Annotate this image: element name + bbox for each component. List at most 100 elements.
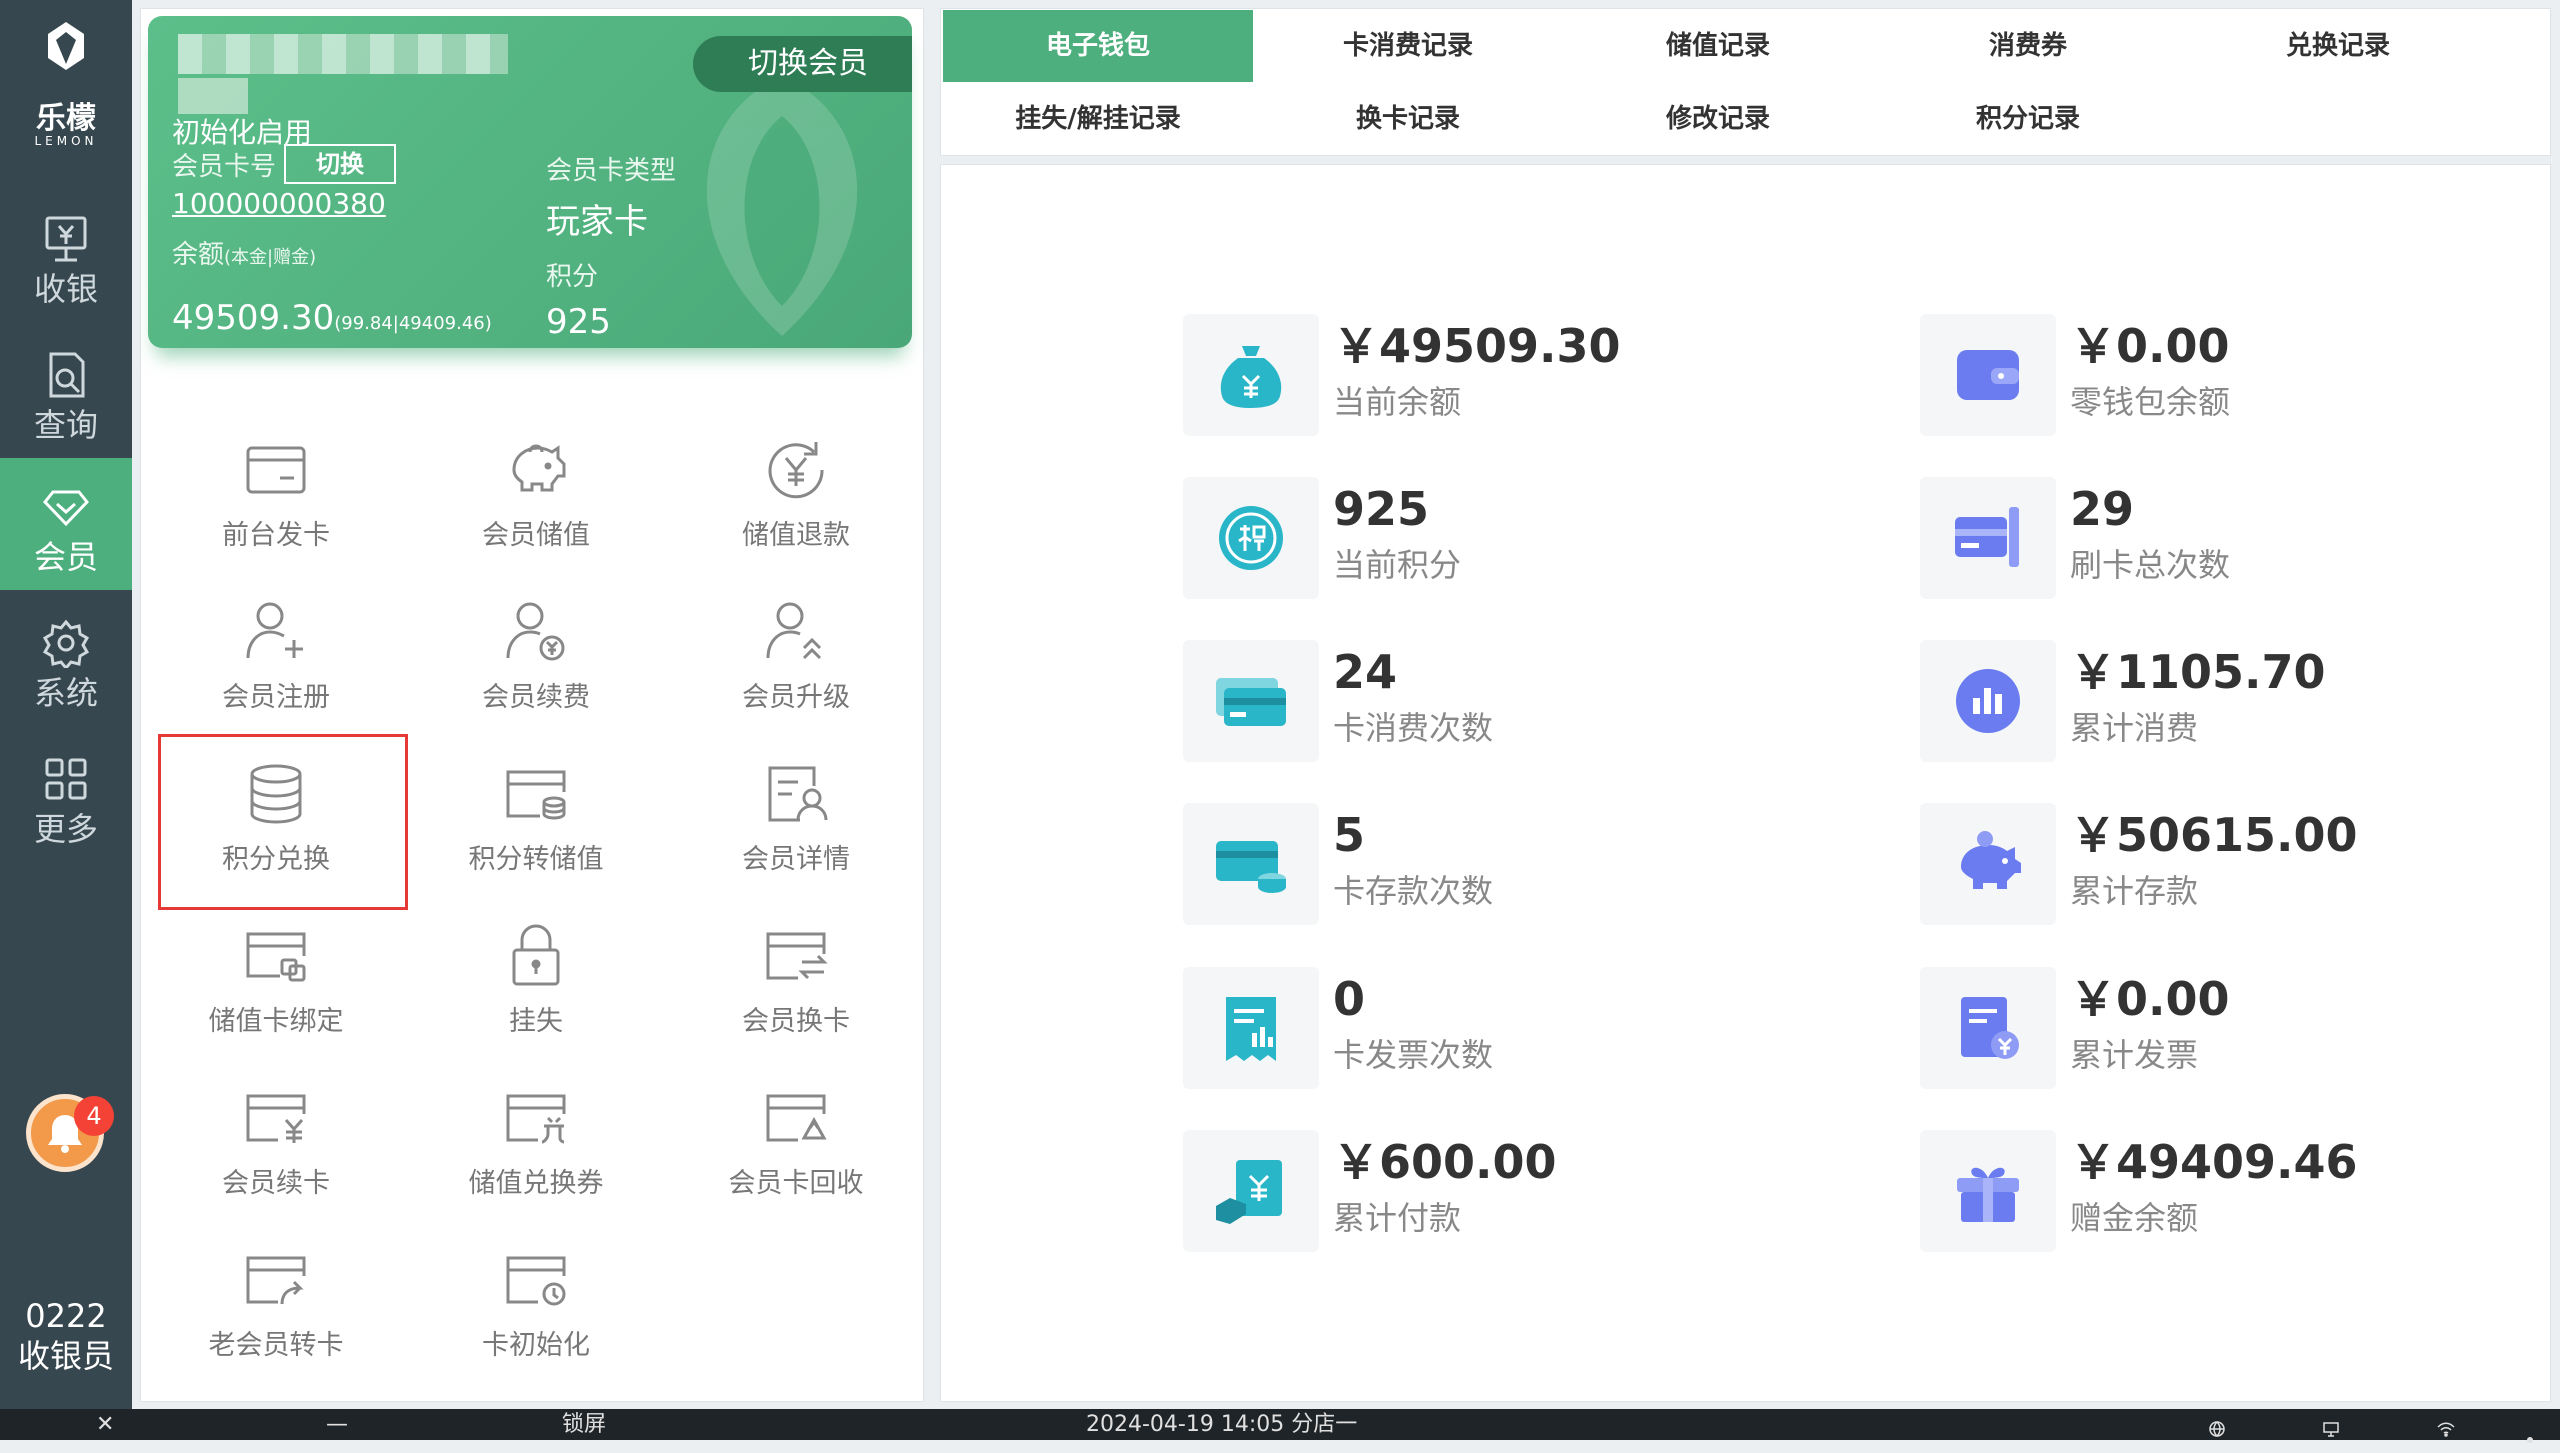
card-deposit-icon <box>1216 841 1286 893</box>
balance-split: (99.84|49409.46) <box>334 313 492 334</box>
fn-old-member-transfer-label: 老会员转卡 <box>208 1330 344 1361</box>
fn-points-to-deposit[interactable]: 积分转储值 <box>416 744 656 904</box>
stat-current-points: 925 当前积分 <box>1183 477 1823 603</box>
operator-id: 0222 <box>25 1297 107 1335</box>
nav-member[interactable]: 会员 <box>0 458 132 590</box>
tab-deposit-records[interactable]: 储值记录 <box>1563 10 1873 82</box>
stat-caption: 卡存款次数 <box>1333 872 1494 910</box>
stat-value: 29 <box>2070 482 2135 536</box>
piggy-bank-icon <box>512 444 566 492</box>
fn-member-register[interactable]: 会员注册 <box>156 582 396 742</box>
tab-points-records[interactable]: 积分记录 <box>1873 83 2183 155</box>
card-icon <box>246 446 306 494</box>
nav-member-label: 会员 <box>33 538 98 576</box>
stat-icon-box <box>1183 967 1319 1089</box>
stat-caption: 卡发票次数 <box>1333 1036 1494 1074</box>
stat-icon-box <box>1920 477 2056 599</box>
fn-report-loss[interactable]: 挂失 <box>416 906 656 1066</box>
system-taskbar: ✕ — 锁屏 2024-04-19 14:05 分店一 <box>0 1409 2560 1443</box>
fn-member-detail-label: 会员详情 <box>742 844 850 875</box>
nav-system[interactable]: 系统 <box>0 594 132 726</box>
card-type-value: 玩家卡 <box>546 202 648 242</box>
fn-card-recycle[interactable]: 会员卡回收 <box>676 1068 916 1228</box>
fn-card-bind[interactable]: 储值卡绑定 <box>156 906 396 1066</box>
card-swap-icon <box>766 932 828 980</box>
cashier-icon <box>45 216 87 262</box>
wallet-icon <box>1957 350 2019 400</box>
brand-name: 乐檬 <box>36 101 96 136</box>
balance-label: 余额 <box>172 240 225 270</box>
stat-caption: 累计存款 <box>2070 872 2199 910</box>
fn-card-swap[interactable]: 会员换卡 <box>676 906 916 1066</box>
stat-caption: 当前余额 <box>1333 383 1462 421</box>
tab-card-swap-records[interactable]: 换卡记录 <box>1253 83 1563 155</box>
tab-e-wallet[interactable]: 电子钱包 <box>943 10 1253 82</box>
nav-cashier[interactable]: 收银 <box>0 190 132 322</box>
fn-card-initialize[interactable]: 卡初始化 <box>416 1230 656 1390</box>
tab-coupons[interactable]: 消费券 <box>1873 10 2183 82</box>
card-number[interactable]: 100000000380 <box>172 184 386 224</box>
cards-icon <box>1216 678 1286 726</box>
stat-card-invoice-count: 0 卡发票次数 <box>1183 967 1823 1093</box>
close-icon[interactable]: ✕ <box>96 1409 114 1440</box>
balance-label-wrap: 余额(本金|赠金) <box>172 240 316 273</box>
switch-member-button[interactable]: 切换会员 <box>693 36 912 92</box>
notification-badge: 4 <box>74 1096 114 1136</box>
fn-member-register-label: 会员注册 <box>222 682 330 713</box>
globe-icon[interactable] <box>2208 1416 2226 1447</box>
wifi-icon[interactable] <box>2436 1416 2456 1447</box>
operator-info: 0222 收银员 <box>0 1296 132 1376</box>
points-value: 925 <box>546 302 611 342</box>
tab-modify-records[interactable]: 修改记录 <box>1563 83 1873 155</box>
stat-bonus-balance: ￥49409.46 赠金余额 <box>1920 1130 2560 1256</box>
fn-old-member-transfer[interactable]: 老会员转卡 <box>156 1230 396 1390</box>
fn-deposit-refund[interactable]: 储值退款 <box>676 420 916 580</box>
stat-caption: 赠金余额 <box>2070 1199 2199 1237</box>
minimize-icon[interactable]: — <box>326 1409 348 1440</box>
balance-value: 49509.30 <box>172 298 335 338</box>
fn-card-bind-label: 储值卡绑定 <box>208 1006 344 1037</box>
stat-value: ￥0.00 <box>2070 972 2230 1026</box>
user-yuan-icon <box>506 602 565 661</box>
fn-card-recycle-label: 会员卡回收 <box>728 1168 864 1199</box>
fn-member-detail[interactable]: 会员详情 <box>676 744 916 904</box>
fn-member-upgrade[interactable]: 会员升级 <box>676 582 916 742</box>
fn-issue-card[interactable]: 前台发卡 <box>156 420 396 580</box>
fn-card-renew[interactable]: 会员续卡 <box>156 1068 396 1228</box>
nav-query[interactable]: 查询 <box>0 326 132 458</box>
nav-query-label: 查询 <box>33 406 98 444</box>
tab-card-consumption[interactable]: 卡消费记录 <box>1253 10 1563 82</box>
stat-icon-box <box>1920 1130 2056 1252</box>
stat-value: ￥49509.30 <box>1333 319 1621 373</box>
fn-deposit-coupon[interactable]: 储值兑换券 <box>416 1068 656 1228</box>
stat-icon-box <box>1183 1130 1319 1252</box>
fn-member-renew-label: 会员续费 <box>482 682 590 713</box>
stat-icon-box <box>1920 314 2056 436</box>
stat-value: 5 <box>1333 808 1366 862</box>
card-coins-icon <box>506 770 566 820</box>
monitor-icon[interactable] <box>2322 1416 2340 1447</box>
card-yuan-icon <box>246 1094 306 1143</box>
stat-icon-box <box>1183 803 1319 925</box>
tab-loss-records[interactable]: 挂失/解挂记录 <box>943 83 1253 155</box>
gift-icon <box>1957 1167 2019 1222</box>
stat-caption: 零钱包余额 <box>2070 383 2231 421</box>
balance-wrap: 49509.30(99.84|49409.46) <box>172 298 492 344</box>
user-add-icon <box>246 602 303 659</box>
diamond-icon <box>43 490 89 527</box>
fn-issue-card-label: 前台发卡 <box>222 520 330 551</box>
stat-caption: 累计付款 <box>1333 1199 1462 1237</box>
fn-member-deposit[interactable]: 会员储值 <box>416 420 656 580</box>
tab-exchange-records[interactable]: 兑换记录 <box>2183 10 2493 82</box>
fn-member-renew[interactable]: 会员续费 <box>416 582 656 742</box>
nav-more[interactable]: 更多 <box>0 730 132 862</box>
stat-caption: 累计消费 <box>2070 709 2199 747</box>
switch-card-button[interactable]: 切换 <box>284 144 396 184</box>
lock-icon <box>512 924 560 986</box>
fn-card-renew-label: 会员续卡 <box>222 1168 330 1199</box>
fn-member-upgrade-label: 会员升级 <box>742 682 850 713</box>
fn-report-loss-label: 挂失 <box>509 1006 563 1037</box>
lock-screen-button[interactable]: 锁屏 <box>562 1409 606 1440</box>
nav-cashier-label: 收银 <box>33 270 98 308</box>
card-bind-icon <box>246 932 306 982</box>
